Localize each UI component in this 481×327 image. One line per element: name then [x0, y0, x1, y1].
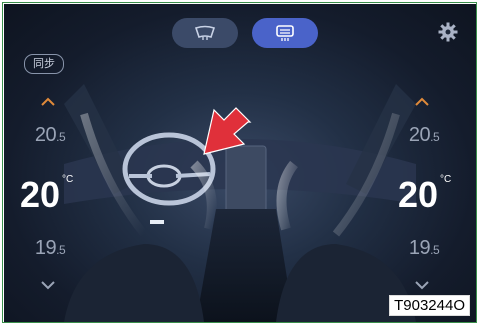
- gear-icon[interactable]: [438, 22, 458, 42]
- left-temp-higher-int: 20: [34, 124, 57, 146]
- left-temp-current-value: 20: [20, 174, 61, 215]
- right-temp-up-chevron-icon[interactable]: [412, 96, 432, 108]
- right-temp-lower-int: 19: [408, 237, 431, 259]
- left-temp-lower-int: 19: [34, 237, 57, 259]
- left-temp-down-chevron-icon[interactable]: [38, 279, 58, 291]
- right-temp-lower[interactable]: 19.5: [394, 237, 454, 260]
- right-temp-higher-int: 20: [408, 124, 431, 146]
- cabin-climate-mode-button[interactable]: [252, 18, 318, 48]
- cabin-climate-icon: [276, 25, 294, 41]
- figure-code: T903244O: [389, 295, 470, 316]
- left-temp-higher-dec: .5: [56, 130, 66, 144]
- right-temp-current-value: 20: [398, 174, 439, 215]
- left-temp-higher[interactable]: 20.5: [20, 124, 80, 147]
- left-temp-current: 20 °C: [20, 174, 90, 216]
- left-temp-lower-dec: .5: [56, 243, 66, 257]
- right-temp-unit: °C: [440, 174, 452, 185]
- sync-button[interactable]: 同步: [24, 54, 64, 74]
- left-temp-lower[interactable]: 19.5: [20, 237, 80, 260]
- driver-indicator: [150, 220, 164, 224]
- windshield-defrost-icon: [194, 25, 216, 40]
- climate-screen: 同步 20.5 20 °C 19.5 20.5 20 °C 19.5 T903244…: [4, 4, 476, 322]
- right-temp-higher[interactable]: 20.5: [394, 124, 454, 147]
- right-temp-lower-dec: .5: [430, 243, 440, 257]
- right-temp-down-chevron-icon[interactable]: [412, 279, 432, 291]
- left-temp-up-chevron-icon[interactable]: [38, 96, 58, 108]
- defrost-mode-button[interactable]: [172, 18, 238, 48]
- left-temp-unit: °C: [62, 174, 74, 185]
- right-temp-higher-dec: .5: [430, 130, 440, 144]
- cabin-illustration: [64, 84, 416, 322]
- right-temp-current: 20 °C: [398, 174, 468, 216]
